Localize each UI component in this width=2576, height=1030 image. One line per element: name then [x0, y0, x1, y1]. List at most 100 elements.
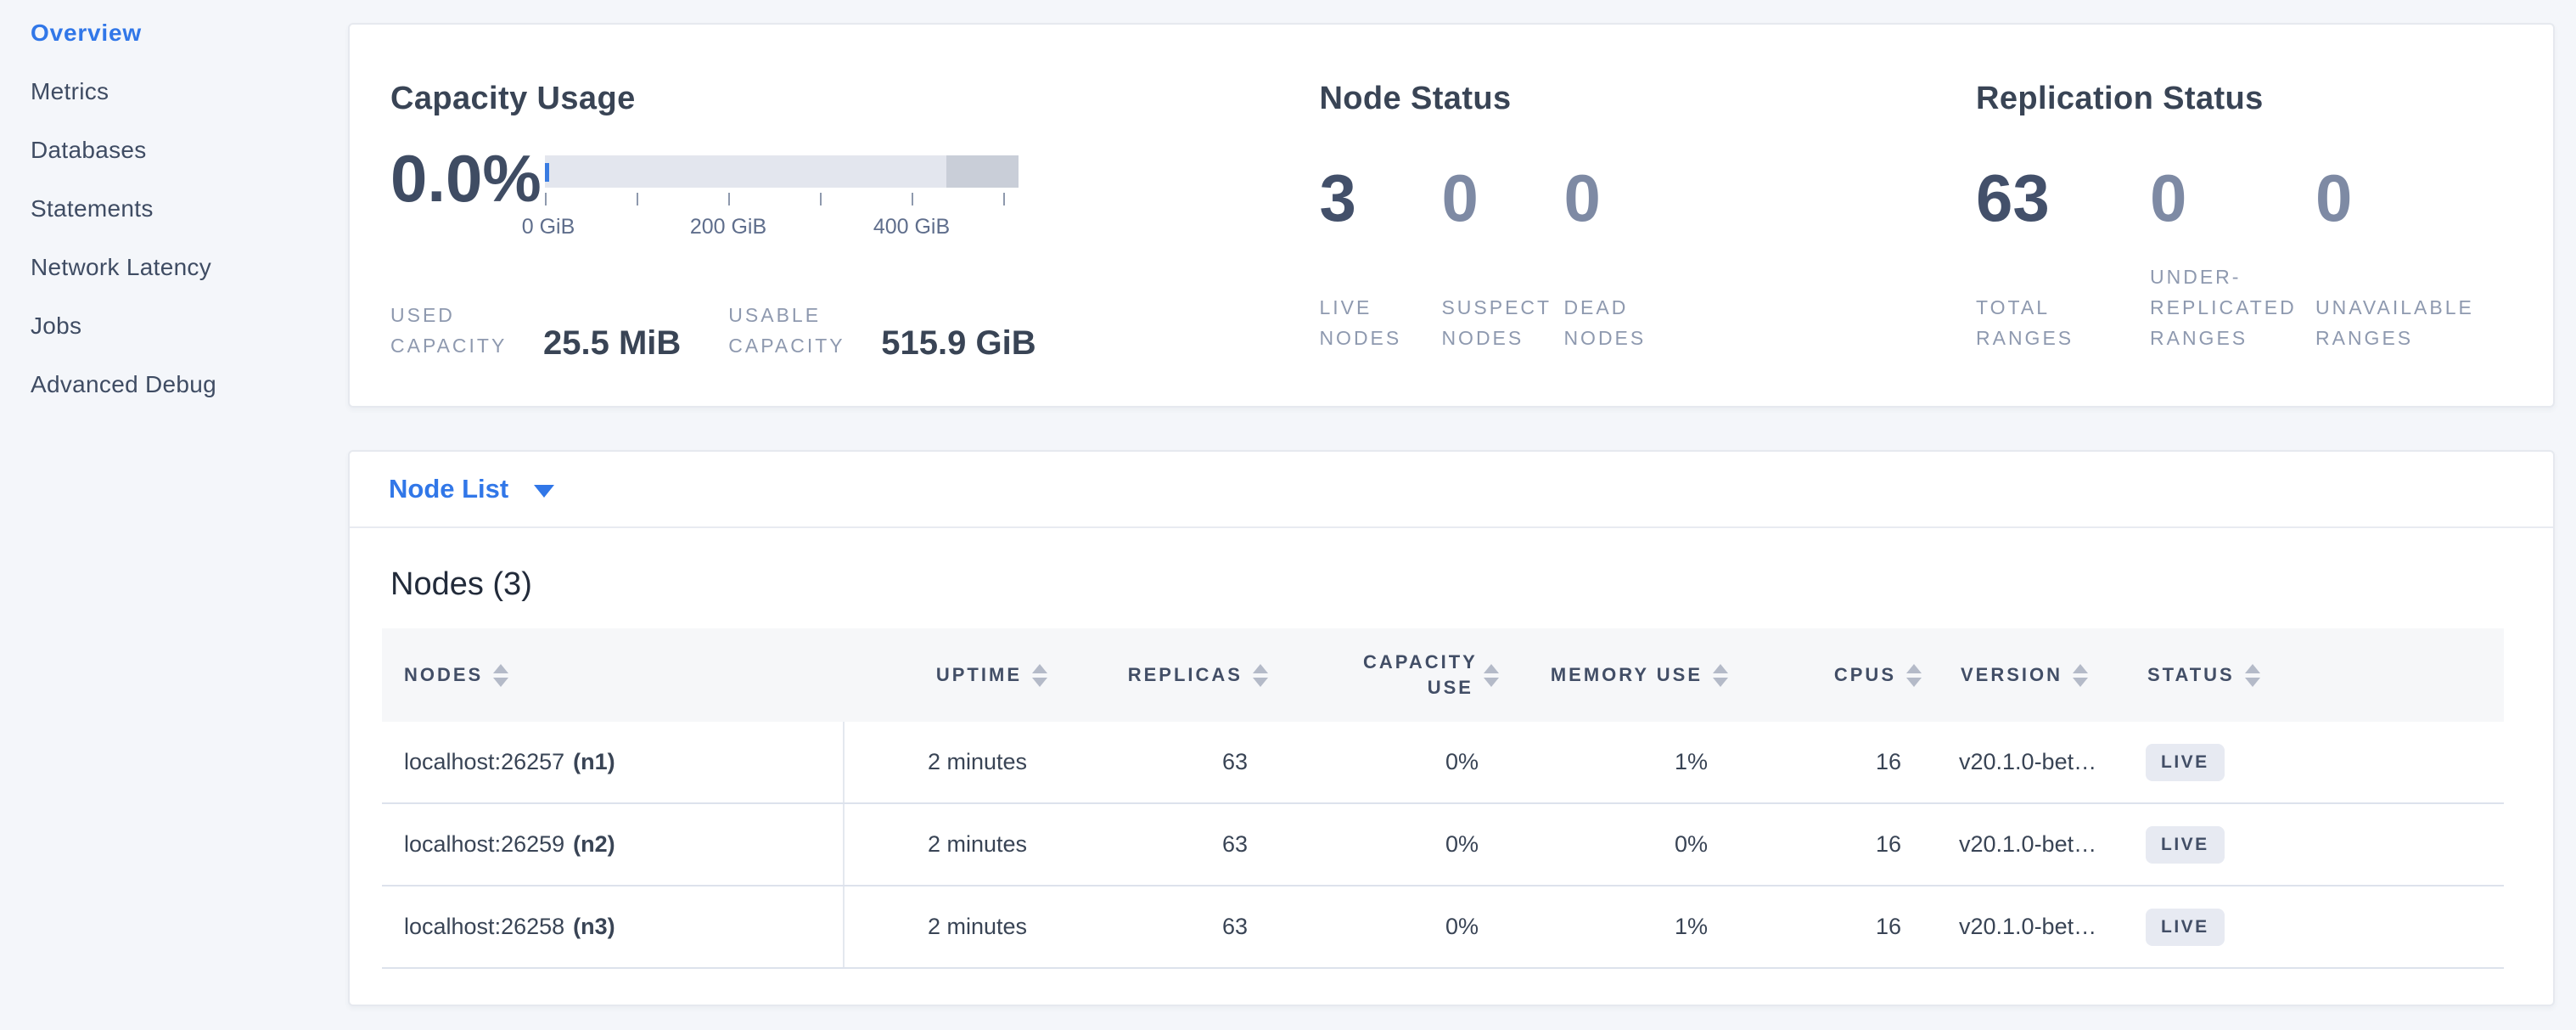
- column-header-uptime[interactable]: UPTIME: [845, 662, 1054, 688]
- used-capacity-stat: USED CAPACITY 25.5 MiB: [390, 300, 681, 361]
- dead-nodes-value: 0: [1563, 162, 1686, 234]
- used-capacity-value: 25.5 MiB: [543, 324, 681, 363]
- node-list-card: Node List Nodes (3) NODES UPTIME REPLICA…: [348, 450, 2555, 1006]
- column-header-memory-use[interactable]: MEMORY USE: [1506, 662, 1735, 688]
- sidebar-item-overview[interactable]: Overview: [0, 3, 348, 62]
- column-label: CPUS: [1834, 662, 1896, 688]
- dead-nodes-label: DEAD NODES: [1563, 292, 1686, 353]
- memory-use-cell: 1%: [1506, 914, 1735, 940]
- replicas-cell: 63: [1054, 914, 1275, 940]
- uptime-cell: 2 minutes: [845, 831, 1054, 858]
- column-label: MEMORY USE: [1551, 662, 1703, 688]
- status-badge: LIVE: [2146, 909, 2225, 946]
- sidebar-item-jobs[interactable]: Jobs: [0, 296, 348, 355]
- capacity-used-percent: 0.0%: [390, 144, 542, 213]
- version-cell: v20.1.0-bet…: [1928, 831, 2115, 858]
- suspect-nodes-label: SUSPECT NODES: [1441, 292, 1563, 353]
- node-address: localhost:26257: [404, 749, 564, 775]
- sidebar-item-statements[interactable]: Statements: [0, 179, 348, 238]
- node-address-cell: localhost:26257(n1): [382, 722, 845, 802]
- column-header-nodes[interactable]: NODES: [382, 662, 845, 688]
- uptime-cell: 2 minutes: [845, 749, 1054, 775]
- nodes-table: NODES UPTIME REPLICAS CAPACITY USE MEMOR…: [382, 628, 2504, 969]
- axis-label: 400 GiB: [873, 215, 950, 239]
- live-nodes-stat: 3 LIVE NODES: [1319, 162, 1441, 353]
- capacity-use-cell: 0%: [1275, 914, 1506, 940]
- cpus-cell: 16: [1735, 914, 1928, 940]
- axis-tick: [545, 193, 547, 205]
- memory-use-cell: 0%: [1506, 831, 1735, 858]
- status-cell: LIVE: [2115, 744, 2504, 781]
- replication-status-stats: 63 TOTAL RANGES 0 UNDER-REPLICATED RANGE…: [1976, 162, 2553, 353]
- capacity-gauge: 0.0% 0 GiB 200 GiB 400 GiB: [390, 155, 1310, 247]
- capacity-bar: [545, 155, 1019, 188]
- status-badge: LIVE: [2146, 826, 2225, 864]
- under-replicated-ranges-value: 0: [2150, 162, 2315, 234]
- axis-label: 0 GiB: [522, 215, 575, 239]
- unavailable-ranges-label: UNAVAILABLE RANGES: [2315, 292, 2553, 353]
- sidebar-item-advanced-debug[interactable]: Advanced Debug: [0, 355, 348, 414]
- node-name: (n2): [573, 831, 615, 858]
- sidebar: Overview Metrics Databases Statements Ne…: [0, 0, 348, 414]
- table-row[interactable]: localhost:26259(n2) 2 minutes 63 0% 0% 1…: [382, 804, 2504, 886]
- sort-icon: [1906, 664, 1922, 687]
- node-address-cell: localhost:26258 (n3): [382, 886, 845, 967]
- sidebar-item-network-latency[interactable]: Network Latency: [0, 238, 348, 296]
- axis-tick: [912, 193, 913, 205]
- node-status-title: Node Status: [1319, 79, 1967, 118]
- version-cell: v20.1.0-bet…: [1928, 749, 2115, 775]
- column-label: UPTIME: [936, 662, 1022, 688]
- memory-use-cell: 1%: [1506, 749, 1735, 775]
- nodes-heading: Nodes (3): [390, 564, 2553, 605]
- sort-icon: [493, 664, 508, 687]
- node-address-cell: localhost:26259(n2): [382, 804, 845, 885]
- capacity-usage-section: Capacity Usage 0.0% 0 GiB 200 GiB 400 Gi…: [350, 25, 1310, 406]
- usable-capacity-stat: USABLE CAPACITY 515.9 GiB: [728, 300, 1035, 361]
- column-label: NODES: [404, 662, 483, 688]
- column-header-cpus[interactable]: CPUS: [1735, 662, 1928, 688]
- node-name: (n3): [573, 914, 615, 940]
- sidebar-item-metrics[interactable]: Metrics: [0, 62, 348, 121]
- version-cell: v20.1.0-bet…: [1928, 914, 2115, 940]
- used-capacity-label: USED CAPACITY: [390, 300, 531, 361]
- suspect-nodes-value: 0: [1441, 162, 1563, 234]
- node-status-section: Node Status 3 LIVE NODES 0 SUSPECT NODES…: [1310, 25, 1967, 406]
- column-header-capacity-use[interactable]: CAPACITY USE: [1275, 650, 1506, 701]
- suspect-nodes-stat: 0 SUSPECT NODES: [1441, 162, 1563, 353]
- column-header-status[interactable]: STATUS: [2115, 662, 2504, 688]
- axis-tick: [637, 193, 638, 205]
- column-header-replicas[interactable]: REPLICAS: [1054, 662, 1275, 688]
- uptime-cell: 2 minutes: [845, 914, 1054, 940]
- node-list-dropdown-label: Node List: [389, 474, 508, 504]
- sort-icon: [2245, 664, 2260, 687]
- table-row[interactable]: localhost:26257(n1) 2 minutes 63 0% 1% 1…: [382, 722, 2504, 804]
- capacity-bar-secondary: [946, 155, 1019, 188]
- node-status-stats: 3 LIVE NODES 0 SUSPECT NODES 0 DEAD NODE…: [1319, 162, 1967, 353]
- column-header-version[interactable]: VERSION: [1928, 662, 2115, 688]
- capacity-use-cell: 0%: [1275, 831, 1506, 858]
- sort-icon: [2073, 664, 2088, 687]
- table-row[interactable]: localhost:26258 (n3) 2 minutes 63 0% 1% 1…: [382, 886, 2504, 969]
- unavailable-ranges-value: 0: [2315, 162, 2553, 234]
- status-badge: LIVE: [2146, 744, 2225, 781]
- axis-tick: [728, 193, 730, 205]
- status-cell: LIVE: [2115, 826, 2504, 864]
- dead-nodes-stat: 0 DEAD NODES: [1563, 162, 1686, 353]
- nodes-table-header: NODES UPTIME REPLICAS CAPACITY USE MEMOR…: [382, 628, 2504, 722]
- node-list-dropdown[interactable]: Node List: [350, 452, 2553, 528]
- axis-label: 200 GiB: [690, 215, 766, 239]
- cluster-summary-card: Capacity Usage 0.0% 0 GiB 200 GiB 400 Gi…: [348, 23, 2555, 408]
- capacity-axis: 0 GiB 200 GiB 400 GiB: [545, 193, 1019, 244]
- live-nodes-value: 3: [1319, 162, 1441, 234]
- capacity-stats: USED CAPACITY 25.5 MiB USABLE CAPACITY 5…: [390, 300, 1310, 361]
- sort-icon: [1484, 664, 1499, 687]
- node-address: localhost:26258: [404, 914, 564, 940]
- replicas-cell: 63: [1054, 749, 1275, 775]
- sidebar-item-databases[interactable]: Databases: [0, 121, 348, 179]
- axis-tick: [820, 193, 822, 205]
- column-label: VERSION: [1961, 662, 2062, 688]
- cpus-cell: 16: [1735, 831, 1928, 858]
- column-label: REPLICAS: [1128, 662, 1243, 688]
- chevron-down-icon: [534, 485, 554, 498]
- usable-capacity-label: USABLE CAPACITY: [728, 300, 869, 361]
